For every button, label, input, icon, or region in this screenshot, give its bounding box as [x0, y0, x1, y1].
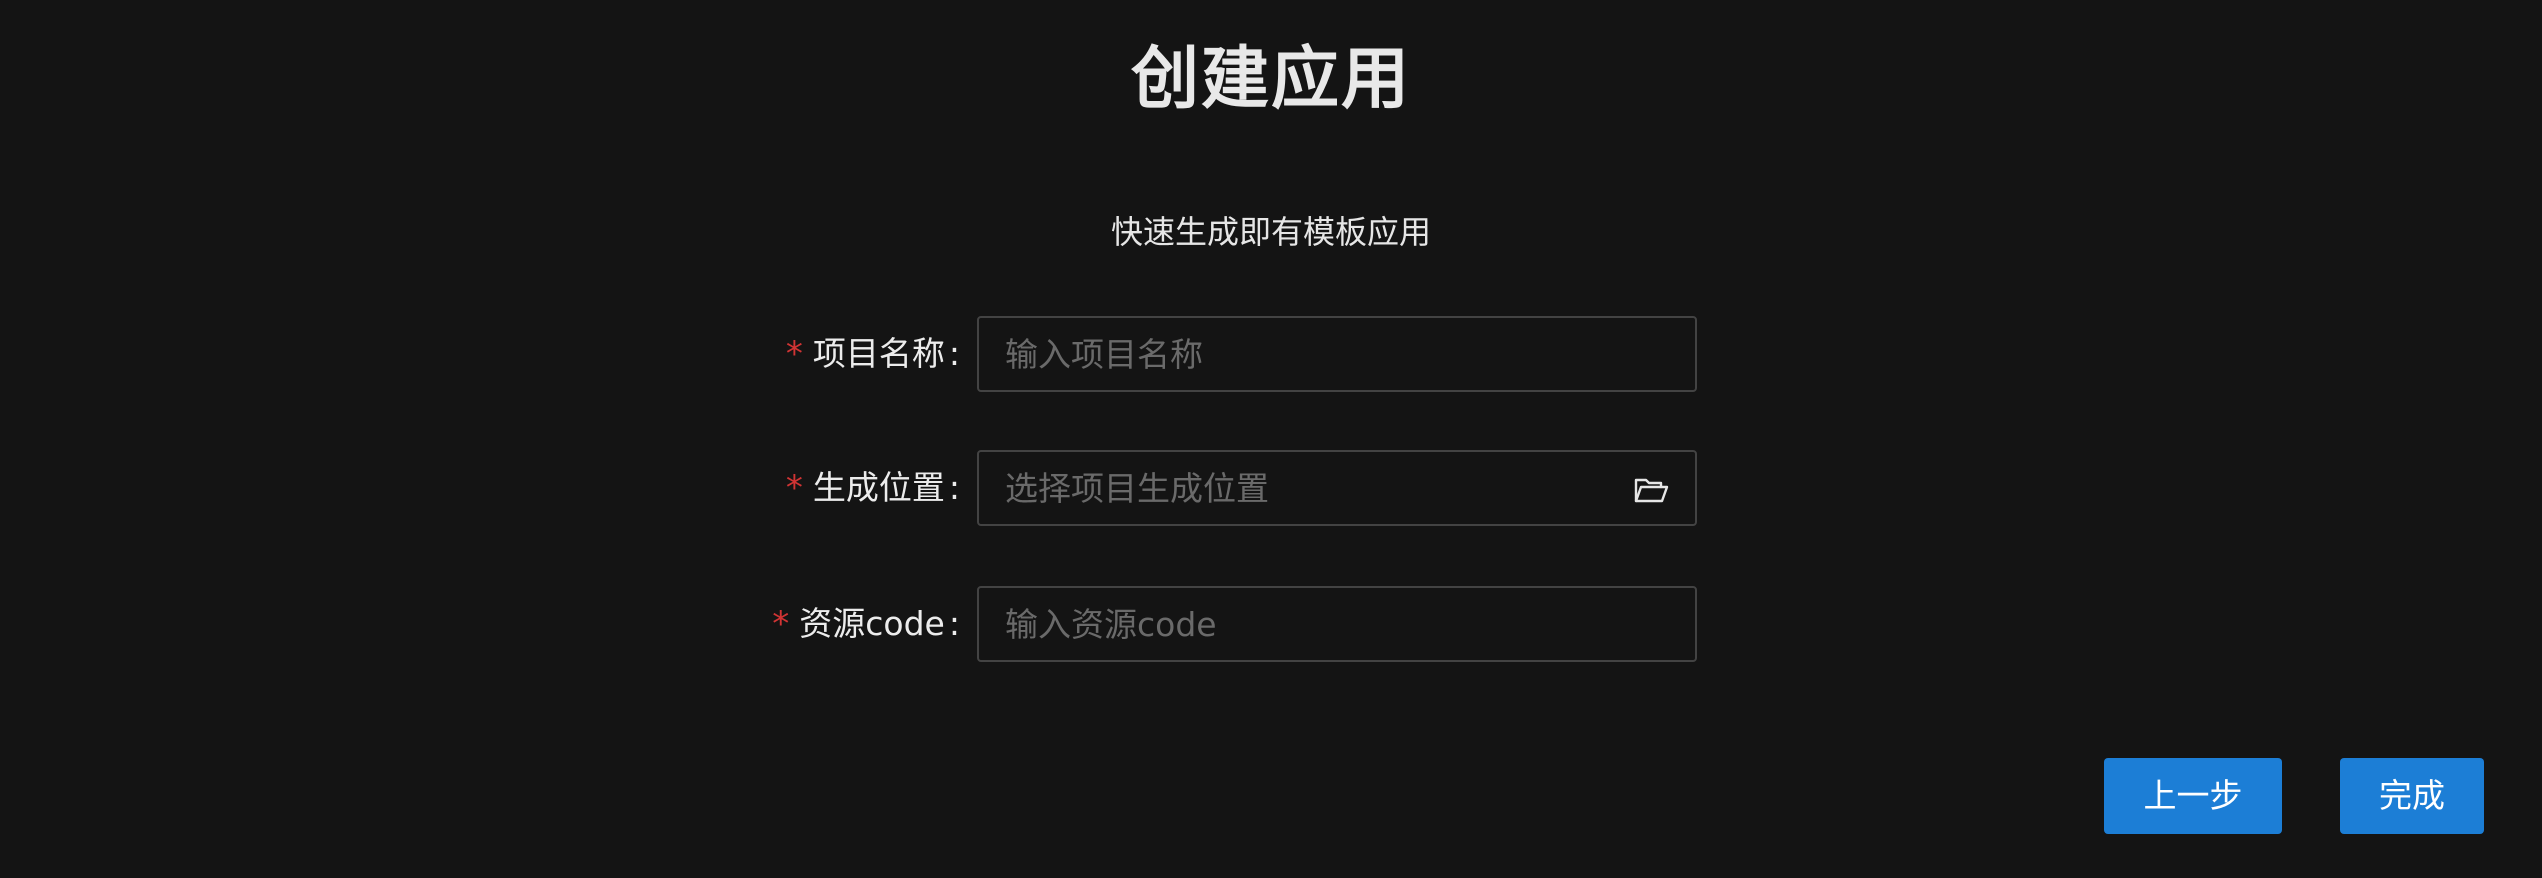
label-colon: :	[948, 468, 960, 507]
resource-code-input[interactable]	[979, 588, 1695, 660]
prev-step-button[interactable]: 上一步	[2104, 758, 2282, 834]
page-subtitle: 快速生成即有模板应用	[1110, 213, 1431, 251]
project-name-label: * 项目名称:	[786, 316, 960, 392]
project-name-field	[977, 316, 1697, 392]
project-name-input[interactable]	[979, 318, 1695, 390]
resource-code-label-text: 资源code	[799, 604, 945, 643]
create-app-page: 创建应用 快速生成即有模板应用 *项目名称: *生成位置: *资源code: 上…	[0, 0, 2542, 878]
label-colon: :	[948, 604, 960, 643]
required-mark: *	[772, 604, 790, 644]
resource-code-label: * 资源code:	[772, 586, 960, 662]
required-mark: *	[785, 334, 803, 374]
finish-button[interactable]: 完成	[2340, 758, 2484, 834]
location-input[interactable]	[979, 452, 1695, 524]
location-label: * 生成位置:	[786, 450, 960, 526]
required-mark: *	[785, 468, 803, 508]
location-label-text: 生成位置	[812, 468, 945, 507]
project-name-label-text: 项目名称	[812, 334, 945, 373]
folder-open-icon[interactable]	[1633, 474, 1669, 506]
form-row-location: * 生成位置:	[0, 450, 2542, 526]
page-title: 创建应用	[1130, 40, 1411, 119]
location-field	[977, 450, 1697, 526]
label-colon: :	[948, 334, 960, 373]
form-row-project-name: * 项目名称:	[0, 316, 2542, 392]
resource-code-field	[977, 586, 1697, 662]
form-row-resource-code: * 资源code:	[0, 586, 2542, 662]
